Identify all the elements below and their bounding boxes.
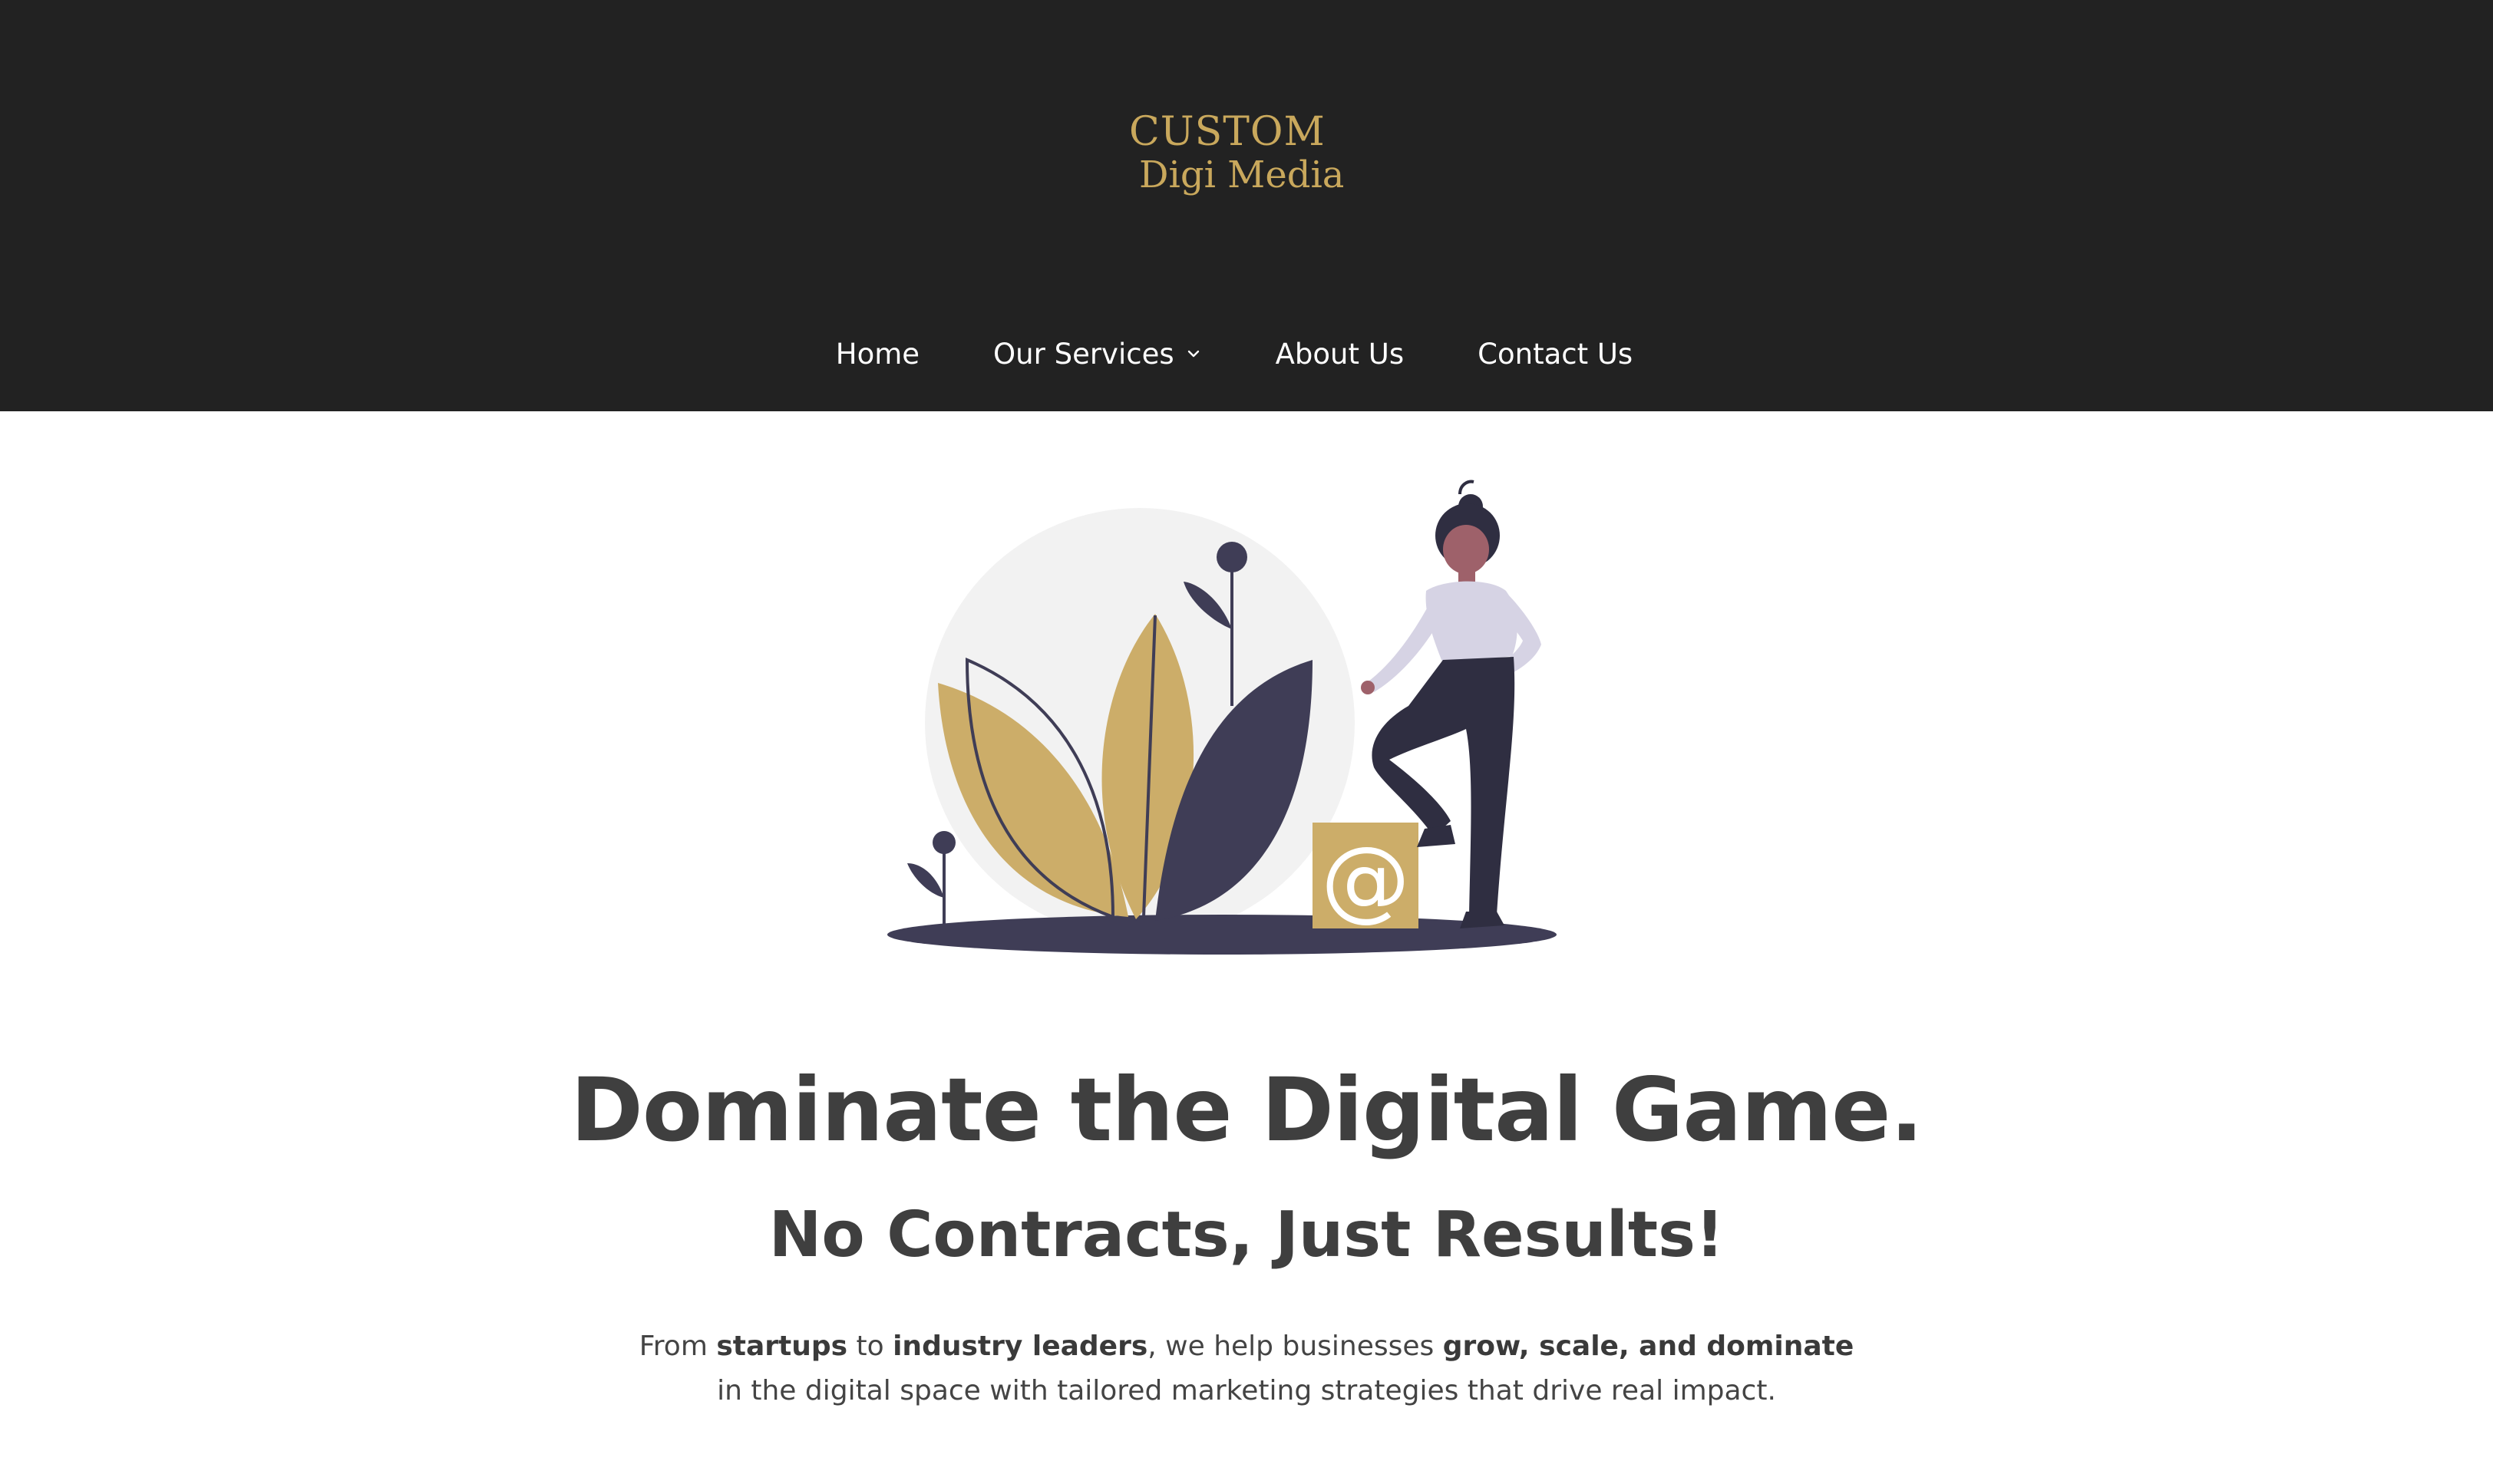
intro-text-part: to	[847, 1331, 893, 1362]
flower-bud-icon	[1217, 542, 1247, 572]
brand-logo[interactable]: CUSTOM Digi Media	[0, 101, 2493, 209]
chevron-down-icon	[1187, 350, 1199, 358]
hero-headline: Dominate the Digital Game.	[570, 1059, 1923, 1161]
nav-about-us[interactable]: About Us	[1276, 338, 1405, 371]
site-header: CUSTOM Digi Media Home Our Services Abou…	[0, 0, 2493, 411]
intro-emphasis-industry-leaders: industry leaders	[893, 1331, 1148, 1362]
hero-subheadline: No Contracts, Just Results!	[768, 1199, 1725, 1271]
intro-text-part: From	[639, 1331, 717, 1362]
ground-ellipse	[887, 915, 1557, 955]
hero-illustration: @	[887, 480, 1557, 955]
nav-home-label: Home	[835, 337, 920, 371]
nav-about-us-label: About Us	[1275, 337, 1405, 371]
brand-name-line1: CUSTOM	[1129, 109, 1326, 155]
at-sign-icon: @	[1321, 828, 1410, 932]
intro-text-part: , we help businesses	[1147, 1331, 1443, 1362]
nav-contact-us-label: Contact Us	[1478, 337, 1633, 371]
intro-text-part: in the digital space with tailored marke…	[717, 1375, 1776, 1407]
intro-emphasis-startups: startups	[716, 1331, 848, 1362]
main-nav: Home Our Services About Us Contact Us	[0, 330, 2481, 378]
nav-our-services-label: Our Services	[993, 337, 1174, 371]
small-flower-bud-icon	[933, 831, 956, 854]
hero-intro-text: From startups to industry leaders, we he…	[632, 1324, 1861, 1413]
nav-contact-us[interactable]: Contact Us	[1478, 338, 1633, 371]
brand-name-line2: Digi Media	[1139, 153, 1345, 196]
nav-home[interactable]: Home	[836, 338, 920, 371]
nav-our-services[interactable]: Our Services	[993, 338, 1202, 371]
intro-emphasis-grow-scale-dominate: grow, scale, and dominate	[1442, 1331, 1854, 1362]
